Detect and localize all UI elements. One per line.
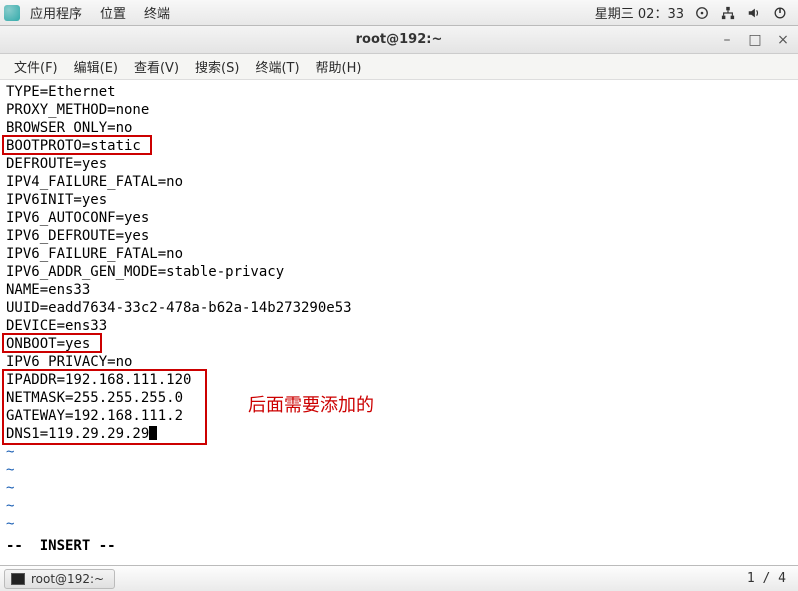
config-line: IPV6_AUTOCONF=yes (6, 209, 792, 227)
config-line: GATEWAY=192.168.111.2 (6, 407, 792, 425)
power-icon[interactable] (772, 5, 788, 21)
config-line: DNS1=119.29.29.29 (6, 425, 792, 443)
terminal-window: root@192:~ – □ × 文件(F) 编辑(E) 查看(V) 搜索(S)… (0, 26, 798, 566)
config-line: UUID=eadd7634-33c2-478a-b62a-14b273290e5… (6, 299, 792, 317)
config-line: IPV4_FAILURE_FATAL=no (6, 173, 792, 191)
clock-label[interactable]: 星期三 02：33 (595, 3, 684, 22)
config-line: IPV6_FAILURE_FATAL=no (6, 245, 792, 263)
window-titlebar[interactable]: root@192:~ – □ × (0, 26, 798, 54)
menu-edit[interactable]: 编辑(E) (66, 57, 126, 76)
config-line: NETMASK=255.255.255.0 (6, 389, 792, 407)
places-menu[interactable]: 位置 (92, 3, 134, 22)
terminal-menu-shortcut[interactable]: 终端 (136, 3, 178, 22)
terminal-icon (11, 573, 25, 585)
config-line: ONBOOT=yes (6, 335, 792, 353)
vim-empty-line: ~ (6, 497, 792, 515)
config-line: IPV6_ADDR_GEN_MODE=stable-privacy (6, 263, 792, 281)
config-line: DEFROUTE=yes (6, 155, 792, 173)
vim-empty-line: ~ (6, 515, 792, 533)
terminal-viewport[interactable]: TYPE=EthernetPROXY_METHOD=noneBROWSER_ON… (0, 80, 798, 566)
activities-icon[interactable] (4, 5, 20, 21)
close-button[interactable]: × (774, 31, 792, 49)
network-icon[interactable] (720, 5, 736, 21)
config-line: BOOTPROTO=static (6, 137, 792, 155)
config-line: IPV6INIT=yes (6, 191, 792, 209)
taskbar-label: root@192:~ (31, 572, 104, 586)
menu-view[interactable]: 查看(V) (126, 57, 187, 76)
vim-empty-line: ~ (6, 461, 792, 479)
config-line: IPV6_PRIVACY=no (6, 353, 792, 371)
vim-mode-indicator: -- INSERT -- (6, 537, 792, 555)
workspace-pager[interactable]: 1 / 4 (747, 571, 794, 586)
volume-icon[interactable] (746, 5, 762, 21)
vim-empty-line: ~ (6, 443, 792, 461)
config-line: PROXY_METHOD=none (6, 101, 792, 119)
terminal-menubar: 文件(F) 编辑(E) 查看(V) 搜索(S) 终端(T) 帮助(H) (0, 54, 798, 80)
vim-empty-line: ~ (6, 479, 792, 497)
taskbar-terminal-button[interactable]: root@192:~ (4, 569, 115, 589)
config-line: IPV6_DEFROUTE=yes (6, 227, 792, 245)
config-line: DEVICE=ens33 (6, 317, 792, 335)
config-line: NAME=ens33 (6, 281, 792, 299)
menu-help[interactable]: 帮助(H) (308, 57, 370, 76)
applications-menu[interactable]: 应用程序 (22, 3, 90, 22)
minimize-button[interactable]: – (718, 31, 736, 49)
config-line: IPADDR=192.168.111.120 (6, 371, 792, 389)
menu-search[interactable]: 搜索(S) (187, 57, 247, 76)
menu-terminal[interactable]: 终端(T) (247, 57, 307, 76)
status-icon[interactable] (694, 5, 710, 21)
desktop-bottom-panel: root@192:~ 1 / 4 (0, 565, 798, 591)
text-cursor (149, 426, 157, 440)
config-line: BROWSER_ONLY=no (6, 119, 792, 137)
window-title: root@192:~ (0, 32, 798, 47)
maximize-button[interactable]: □ (746, 31, 764, 49)
menu-file[interactable]: 文件(F) (6, 57, 66, 76)
config-line: TYPE=Ethernet (6, 83, 792, 101)
desktop-top-panel: 应用程序 位置 终端 星期三 02：33 (0, 0, 798, 26)
